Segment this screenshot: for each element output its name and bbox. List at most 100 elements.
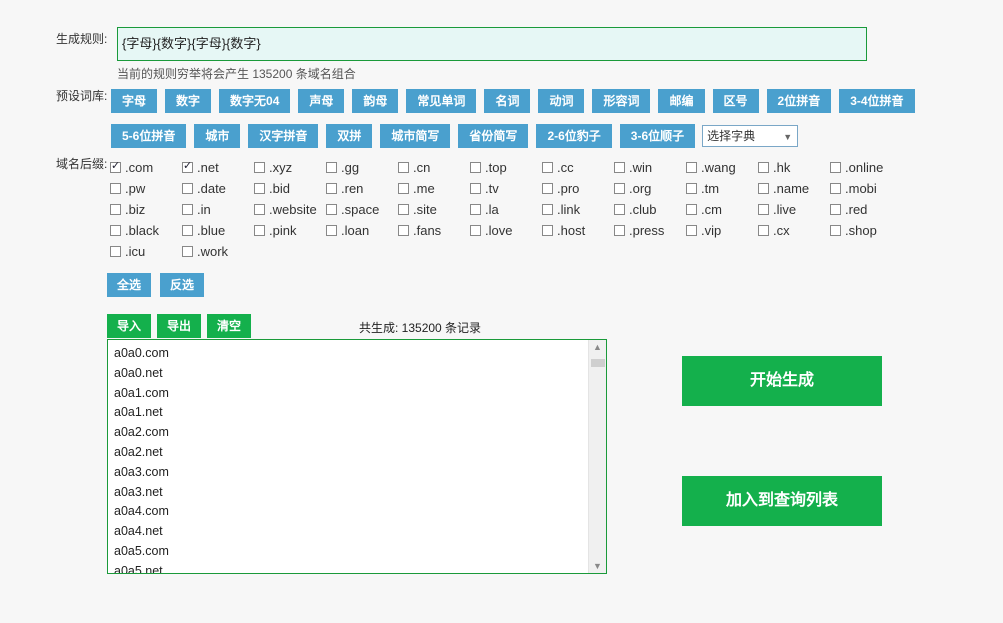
suffix-option[interactable]: .blue (182, 222, 254, 238)
suffix-checkbox[interactable] (830, 203, 841, 215)
suffix-option[interactable]: .site (398, 201, 470, 217)
suffix-checkbox[interactable] (686, 203, 697, 215)
start-generate-button[interactable]: 开始生成 (682, 356, 882, 406)
suffix-option[interactable]: .red (830, 201, 902, 217)
suffix-checkbox[interactable] (758, 161, 769, 173)
preset-button[interactable]: 动词 (538, 89, 585, 113)
list-item[interactable]: a0a2.net (114, 443, 169, 463)
suffix-checkbox[interactable] (758, 182, 769, 194)
dict-select[interactable]: 选择字典 ▼ (702, 125, 799, 147)
preset-button[interactable]: 5-6位拼音 (111, 124, 187, 148)
preset-button[interactable]: 3-6位顺子 (619, 124, 696, 148)
suffix-option[interactable]: .pink (254, 222, 326, 238)
suffix-option[interactable]: .cx (758, 222, 830, 238)
suffix-checkbox[interactable] (614, 224, 625, 236)
export-button[interactable]: 导出 (157, 314, 202, 338)
suffix-checkbox[interactable] (542, 182, 553, 194)
suffix-option[interactable]: .bid (254, 180, 326, 196)
preset-button[interactable]: 邮编 (658, 89, 705, 113)
suffix-option[interactable]: .loan (326, 222, 398, 238)
suffix-checkbox[interactable] (686, 182, 697, 194)
suffix-option[interactable]: .win (614, 159, 686, 175)
suffix-checkbox[interactable] (182, 224, 193, 236)
suffix-option[interactable]: .live (758, 201, 830, 217)
preset-button[interactable]: 声母 (298, 89, 345, 113)
suffix-option[interactable]: .work (182, 243, 254, 259)
result-list-box[interactable]: a0a0.com a0a0.net a0a1.com a0a1.net a0a2.com… (107, 339, 607, 574)
suffix-option[interactable]: .ren (326, 180, 398, 196)
suffix-option[interactable]: .tm (686, 180, 758, 196)
list-item[interactable]: a0a4.com (114, 502, 169, 522)
scrollbar[interactable]: ▲ ▼ (588, 340, 606, 573)
suffix-option[interactable]: .pw (110, 180, 182, 196)
preset-button[interactable]: 形容词 (592, 89, 651, 113)
suffix-checkbox[interactable] (254, 203, 265, 215)
list-item[interactable]: a0a1.com (114, 384, 169, 404)
suffix-checkbox[interactable] (470, 224, 481, 236)
list-item[interactable]: a0a3.net (114, 483, 169, 503)
rule-input[interactable]: {字母}{数字}{字母}{数字} (117, 27, 867, 61)
preset-button[interactable]: 省份简写 (458, 124, 529, 148)
preset-button[interactable]: 名词 (484, 89, 531, 113)
suffix-option[interactable]: .fans (398, 222, 470, 238)
suffix-checkbox[interactable] (398, 203, 409, 215)
preset-button[interactable]: 区号 (712, 89, 759, 113)
suffix-option[interactable]: .cn (398, 159, 470, 175)
suffix-option[interactable]: .me (398, 180, 470, 196)
suffix-checkbox[interactable] (254, 182, 265, 194)
list-item[interactable]: a0a0.net (114, 364, 169, 384)
suffix-option[interactable]: .date (182, 180, 254, 196)
preset-button[interactable]: 3-4位拼音 (839, 89, 915, 113)
suffix-option[interactable]: .black (110, 222, 182, 238)
suffix-checkbox[interactable] (758, 203, 769, 215)
suffix-checkbox[interactable] (614, 203, 625, 215)
suffix-option[interactable]: .space (326, 201, 398, 217)
suffix-checkbox[interactable] (326, 182, 337, 194)
suffix-checkbox[interactable] (398, 161, 409, 173)
suffix-checkbox[interactable] (542, 203, 553, 215)
suffix-checkbox[interactable] (830, 224, 841, 236)
suffix-checkbox[interactable] (326, 224, 337, 236)
suffix-checkbox[interactable] (110, 159, 121, 173)
suffix-option[interactable]: .gg (326, 159, 398, 175)
suffix-checkbox[interactable] (110, 203, 121, 215)
suffix-option[interactable]: .wang (686, 159, 758, 175)
suffix-checkbox[interactable] (182, 203, 193, 215)
suffix-checkbox[interactable] (398, 182, 409, 194)
suffix-option[interactable]: .website (254, 201, 326, 217)
suffix-option[interactable]: .biz (110, 201, 182, 217)
add-to-query-button[interactable]: 加入到查询列表 (682, 476, 882, 526)
suffix-checkbox[interactable] (254, 224, 265, 236)
list-item[interactable]: a0a3.com (114, 463, 169, 483)
suffix-checkbox[interactable] (470, 161, 481, 173)
suffix-option[interactable]: .xyz (254, 159, 326, 175)
suffix-checkbox[interactable] (326, 161, 337, 173)
suffix-option[interactable]: .in (182, 201, 254, 217)
list-item[interactable]: a0a0.com (114, 344, 169, 364)
suffix-option[interactable]: .club (614, 201, 686, 217)
scroll-up-icon[interactable]: ▲ (593, 342, 602, 352)
suffix-checkbox[interactable] (254, 161, 265, 173)
scroll-down-icon[interactable]: ▼ (593, 561, 602, 571)
suffix-option[interactable]: .top (470, 159, 542, 175)
preset-button[interactable]: 数字无04 (219, 89, 291, 113)
suffix-checkbox[interactable] (686, 224, 697, 236)
list-item[interactable]: a0a5.net (114, 562, 169, 573)
suffix-option[interactable]: .host (542, 222, 614, 238)
preset-button[interactable]: 数字 (165, 89, 212, 113)
suffix-checkbox[interactable] (110, 182, 121, 194)
suffix-option[interactable]: .love (470, 222, 542, 238)
suffix-checkbox[interactable] (182, 159, 193, 173)
suffix-checkbox[interactable] (470, 203, 481, 215)
select-all-button[interactable]: 全选 (107, 273, 152, 297)
suffix-option[interactable]: .la (470, 201, 542, 217)
preset-button[interactable]: 汉字拼音 (248, 124, 319, 148)
suffix-checkbox[interactable] (110, 224, 121, 236)
suffix-checkbox[interactable] (686, 161, 697, 173)
list-item[interactable]: a0a1.net (114, 403, 169, 423)
suffix-option[interactable]: .pro (542, 180, 614, 196)
suffix-option[interactable]: .online (830, 159, 902, 175)
preset-button[interactable]: 2位拼音 (766, 89, 832, 113)
suffix-checkbox[interactable] (110, 245, 121, 257)
suffix-option[interactable]: .vip (686, 222, 758, 238)
